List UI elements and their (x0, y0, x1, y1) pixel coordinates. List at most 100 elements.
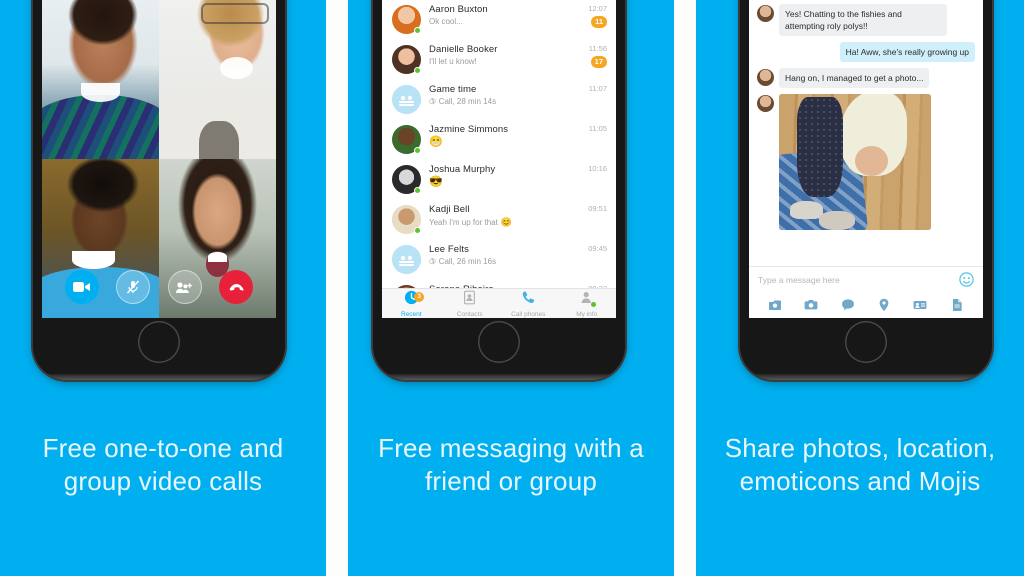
unread-badge: 11 (591, 16, 607, 28)
message-preview: Yeah I'm up for that 😊 (429, 217, 513, 227)
home-button[interactable] (138, 321, 180, 363)
message-bubble: Ha! Aww, she's really growing up (839, 42, 975, 62)
bottom-tab-bar: Recent 3 Contacts Call phones My info (382, 288, 616, 318)
unread-badge: 17 (590, 56, 607, 68)
panel-divider-1 (326, 0, 348, 576)
message-bubble: Hang on, I managed to get a photo... (779, 68, 930, 88)
caption-panel-2: Free messaging with a friend or group (378, 433, 644, 496)
recents-row[interactable]: Lee Felts ✆ Call, 26 min 16s 09:45 (382, 240, 616, 280)
video-tile-top-left[interactable] (42, 0, 159, 159)
recents-row[interactable]: Aaron Buxton Ok cool... 12:07 11 (382, 0, 616, 40)
message-preview: Ok cool... (429, 17, 463, 26)
phone-device-3: Yes! Chatting to the fishies and attempt… (740, 0, 992, 380)
recents-row[interactable]: Kadji Bell Yeah I'm up for that 😊 09:51 (382, 200, 616, 240)
online-status-dot (414, 147, 421, 154)
tab-contacts[interactable]: Contacts (441, 289, 500, 318)
add-person-icon[interactable] (167, 270, 202, 304)
phone-device-1 (33, 0, 285, 380)
contact-name: Lee Felts (429, 244, 469, 255)
online-status-dot (590, 302, 596, 307)
avatar (757, 95, 774, 112)
chat-message-photo[interactable] (757, 94, 975, 230)
contact-name: Kadji Bell (429, 204, 470, 215)
phone-icon (521, 290, 536, 310)
microphone-muted-icon[interactable] (116, 270, 151, 304)
message-preview: I'll let u know! (429, 57, 477, 66)
phone-icon: ✆ (428, 256, 437, 267)
online-status-dot (414, 227, 421, 234)
recents-row[interactable]: Serena Ribeiro09:32 (382, 280, 616, 288)
message-preview-emoji: 😁 (429, 136, 443, 148)
online-status-dot (414, 27, 421, 34)
location-pin-icon[interactable] (877, 298, 891, 312)
contact-name: Danielle Booker (429, 44, 498, 55)
tab-my-info[interactable]: My info (558, 289, 617, 318)
timestamp: 10:16 (588, 164, 607, 173)
phone-screen-video-call (42, 0, 276, 318)
phone-device-2: Aaron Buxton Ok cool... 12:07 11 Danielle Bo… (373, 0, 625, 380)
video-tile-top-right[interactable] (159, 0, 276, 159)
recents-row[interactable]: Joshua Murphy 😎 10:16 (382, 160, 616, 200)
message-preview: ✆ Call, 28 min 14s (428, 96, 497, 107)
call-controls-bar (42, 270, 276, 304)
online-status-dot (414, 67, 421, 74)
chat-message-incoming[interactable]: Yes! Chatting to the fishies and attempt… (757, 4, 975, 36)
home-button[interactable] (845, 321, 887, 363)
chat-thread[interactable]: Yes! Chatting to the fishies and attempt… (749, 0, 983, 266)
caption-panel-3: Share photos, location, emoticons and Mo… (724, 433, 996, 496)
phone-icon: ✆ (428, 96, 437, 107)
tab-label: Recent (400, 310, 422, 318)
phone-screen-chat: Yes! Chatting to the fishies and attempt… (749, 0, 983, 318)
avatar (757, 5, 774, 22)
moji-icon[interactable] (841, 298, 855, 312)
video-camera-icon[interactable] (64, 270, 99, 304)
smiley-icon[interactable] (959, 272, 974, 287)
gallery-icon[interactable] (768, 298, 782, 312)
tab-call-phones[interactable]: Call phones (499, 289, 558, 318)
home-button[interactable] (478, 321, 520, 363)
timestamp: 12:07 (588, 4, 607, 13)
composer-actions (749, 293, 983, 317)
contact-name: Joshua Murphy (429, 164, 496, 175)
promo-panel-video-calls: Free one-to-one and group video calls (0, 0, 326, 576)
message-composer: Type a message here (749, 266, 983, 318)
contact-name: Aaron Buxton (429, 4, 488, 15)
recents-row[interactable]: Jazmine Simmons 😁 11:05 (382, 120, 616, 160)
timestamp: 09:51 (588, 204, 607, 213)
shared-photo[interactable] (779, 94, 931, 230)
recents-row[interactable]: Game time ✆ Call, 28 min 14s 11:07 (382, 80, 616, 120)
recents-list[interactable]: Aaron Buxton Ok cool... 12:07 11 Danielle Bo… (382, 0, 616, 288)
file-icon[interactable] (950, 298, 964, 312)
avatar (392, 85, 421, 114)
chat-message-outgoing[interactable]: Ha! Aww, she's really growing up (757, 42, 975, 62)
contact-name: Game time (429, 84, 477, 95)
tab-label: Call phones (511, 310, 546, 318)
contact-card-icon[interactable] (913, 298, 927, 312)
panel-divider-2 (674, 0, 696, 576)
caption-panel-1: Free one-to-one and group video calls (42, 433, 284, 496)
contacts-icon (462, 290, 477, 310)
recents-row[interactable]: Danielle Booker I'll let u know! 11:56 17 (382, 40, 616, 80)
avatar (757, 69, 774, 86)
chat-message-incoming[interactable]: Hang on, I managed to get a photo... (757, 68, 975, 88)
timestamp: 11:56 (588, 44, 607, 53)
online-status-dot (414, 187, 421, 194)
avatar (392, 245, 421, 274)
tab-label: Contacts (456, 310, 483, 318)
phone-screen-recents: Aaron Buxton Ok cool... 12:07 11 Danielle Bo… (382, 0, 616, 318)
timestamp: 09:45 (588, 244, 607, 253)
message-preview-emoji: 😎 (429, 176, 443, 188)
contact-name: Jazmine Simmons (429, 124, 509, 135)
tab-recent[interactable]: Recent 3 (382, 289, 441, 318)
timestamp: 11:07 (588, 84, 607, 93)
end-call-icon[interactable] (219, 270, 254, 304)
timestamp: 11:05 (588, 124, 607, 133)
message-input-placeholder: Type a message here (758, 275, 840, 285)
promo-panel-messaging: Aaron Buxton Ok cool... 12:07 11 Danielle Bo… (348, 0, 674, 576)
camera-icon[interactable] (804, 298, 818, 312)
tab-badge: 3 (414, 292, 425, 302)
message-bubble: Yes! Chatting to the fishies and attempt… (779, 4, 947, 36)
message-preview: ✆ Call, 26 min 16s (428, 256, 497, 267)
promo-panel-sharing: Yes! Chatting to the fishies and attempt… (696, 0, 1024, 576)
message-input-row[interactable]: Type a message here (749, 267, 983, 293)
